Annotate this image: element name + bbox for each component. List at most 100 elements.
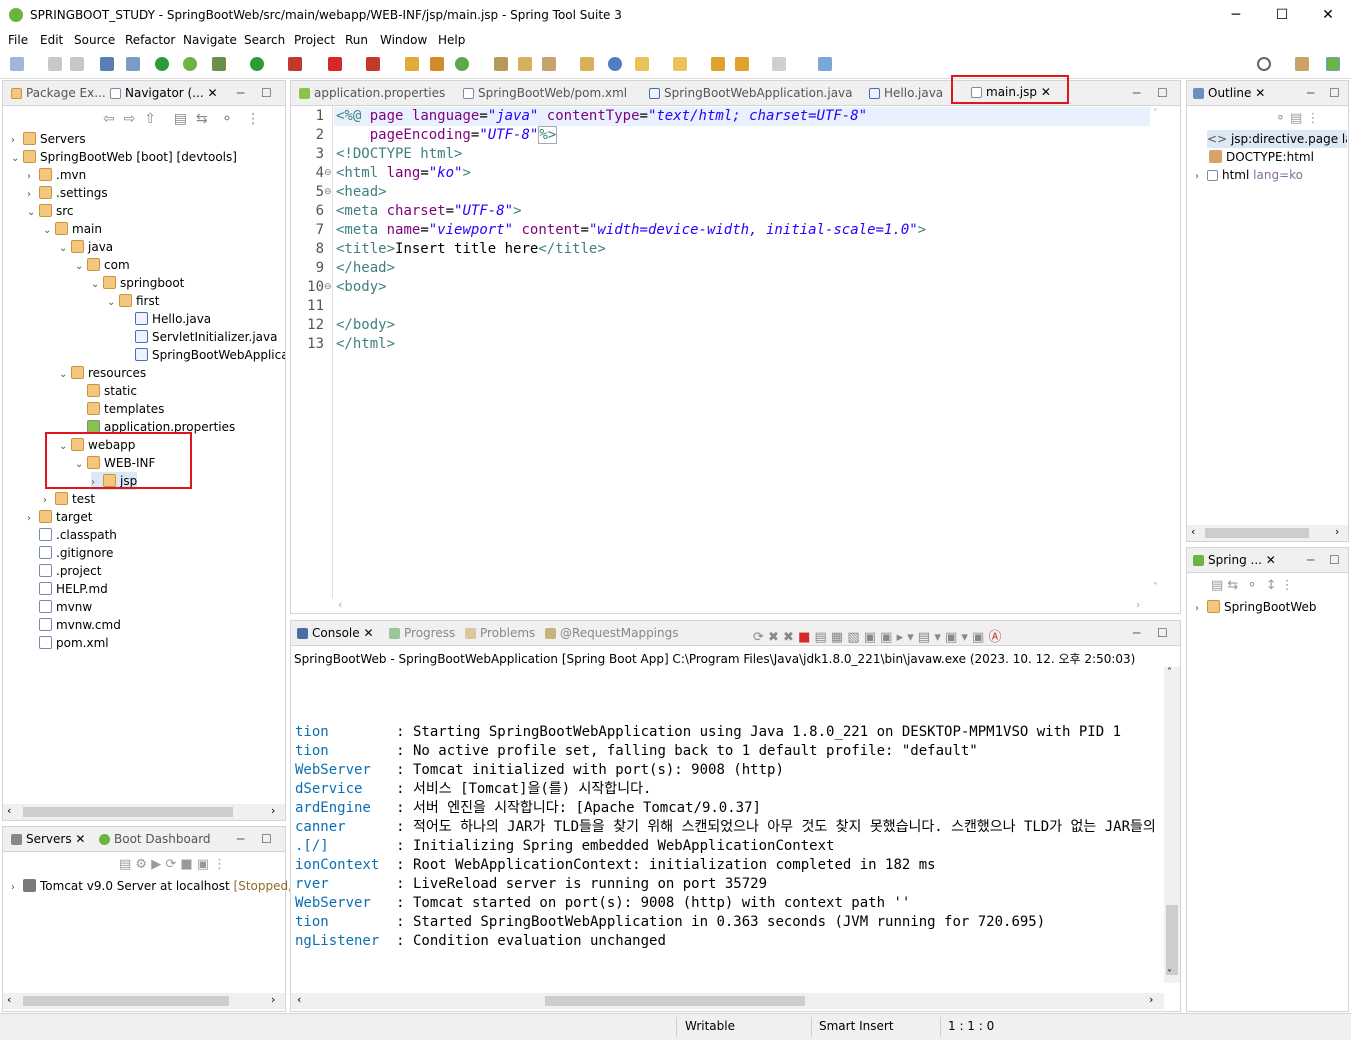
new-icon[interactable] xyxy=(10,57,24,71)
tree-item[interactable]: ⌄ main xyxy=(43,220,102,238)
terminal-icon[interactable] xyxy=(100,57,114,71)
close-button[interactable]: ✕ xyxy=(1305,0,1351,31)
globe-icon[interactable] xyxy=(608,57,622,71)
tree-item[interactable]: .gitignore xyxy=(27,544,113,562)
console-h-scrollbar[interactable]: ‹ › xyxy=(291,993,1164,1009)
tab-progress[interactable]: Progress xyxy=(389,626,455,640)
tree-item[interactable]: ⌄ SpringBootWeb [boot] [devtools] xyxy=(11,148,237,166)
tree-item[interactable]: SpringBootWebApplicat xyxy=(123,346,285,364)
new-java-project-icon[interactable] xyxy=(405,57,419,71)
tree-item[interactable]: › .settings xyxy=(27,184,108,202)
menu-help[interactable]: Help xyxy=(438,33,465,47)
save-all-icon[interactable] xyxy=(70,57,84,71)
pin-editor-icon[interactable] xyxy=(818,57,832,71)
deploy-icon[interactable] xyxy=(366,57,380,71)
menu-project[interactable]: Project xyxy=(294,33,335,47)
tab-console[interactable]: Console ✕ xyxy=(297,626,374,640)
servers-maximize-button[interactable]: ☐ xyxy=(261,832,272,846)
console-minimize-button[interactable]: ─ xyxy=(1133,626,1140,640)
menu-search[interactable]: Search xyxy=(244,33,285,47)
spring-perspective-icon[interactable] xyxy=(1326,57,1340,71)
left-h-scroll-thumb[interactable] xyxy=(23,807,233,817)
outline-minimize-button[interactable]: ─ xyxy=(1307,86,1314,100)
tree-item[interactable]: › test xyxy=(43,490,95,508)
tree-item[interactable]: ⌄ first xyxy=(107,292,159,310)
tree-item[interactable]: › target xyxy=(27,508,93,526)
console-v-scroll-thumb[interactable] xyxy=(1166,905,1178,975)
tree-item[interactable]: static xyxy=(75,382,137,400)
server-row[interactable]: › Tomcat v9.0 Server at localhost [Stoppe… xyxy=(11,877,303,895)
outline-item-html[interactable]: › html lang=ko xyxy=(1195,166,1303,184)
editor-maximize-button[interactable]: ☐ xyxy=(1157,86,1168,100)
outline-item-directive[interactable]: <> jsp:directive.page lang xyxy=(1207,130,1347,148)
tree-item[interactable]: pom.xml xyxy=(27,634,109,652)
tab-outline[interactable]: Outline ✕ xyxy=(1193,86,1265,100)
save-icon[interactable] xyxy=(48,57,62,71)
spring-maximize-button[interactable]: ☐ xyxy=(1329,553,1340,567)
pen-icon[interactable] xyxy=(542,57,556,71)
forward-icon[interactable] xyxy=(772,57,786,71)
boot-start-icon[interactable] xyxy=(155,57,169,71)
tab-servers[interactable]: Servers ✕ xyxy=(11,832,85,846)
tree-item[interactable]: mvnw.cmd xyxy=(27,616,121,634)
run-icon[interactable] xyxy=(250,57,264,71)
back-icon[interactable] xyxy=(735,57,749,71)
tree-item[interactable]: Hello.java xyxy=(123,310,211,328)
tree-item[interactable]: › Servers xyxy=(11,130,86,148)
tab-application-properties[interactable]: application.properties xyxy=(299,86,445,100)
search-icon[interactable] xyxy=(1257,57,1271,71)
minimize-view-button[interactable]: ─ xyxy=(237,86,244,100)
servers-h-scrollbar[interactable]: ‹ › xyxy=(3,993,285,1009)
tree-item[interactable]: ⌄ src xyxy=(27,202,74,220)
spring-minimize-button[interactable]: ─ xyxy=(1307,553,1314,567)
new-package-icon[interactable] xyxy=(430,57,444,71)
minimize-button[interactable]: ─ xyxy=(1213,0,1259,31)
open-perspective-icon[interactable] xyxy=(1295,57,1309,71)
servers-minimize-button[interactable]: ─ xyxy=(237,832,244,846)
editor-minimize-button[interactable]: ─ xyxy=(1133,86,1140,100)
fold-toggle-icon[interactable]: ⊖ xyxy=(324,282,332,292)
menu-refactor[interactable]: Refactor xyxy=(125,33,175,47)
menu-edit[interactable]: Edit xyxy=(40,33,63,47)
console-maximize-button[interactable]: ☐ xyxy=(1157,626,1168,640)
tree-item[interactable]: .project xyxy=(27,562,101,580)
outline-maximize-button[interactable]: ☐ xyxy=(1329,86,1340,100)
next-annotation-icon[interactable] xyxy=(635,57,649,71)
tab-spring-explorer[interactable]: Spring ... ✕ xyxy=(1193,553,1276,567)
spring-project-row[interactable]: › SpringBootWeb xyxy=(1195,598,1317,616)
menu-navigate[interactable]: Navigate xyxy=(183,33,237,47)
tree-item[interactable]: ServletInitializer.java xyxy=(123,328,277,346)
prev-annotation-icon[interactable] xyxy=(673,57,687,71)
tree-item[interactable]: ⌄ resources xyxy=(59,364,146,382)
console-v-scrollbar[interactable]: ˄ ˅ xyxy=(1164,667,1180,983)
debug-icon[interactable] xyxy=(212,57,226,71)
tab-request-mappings[interactable]: @RequestMappings xyxy=(545,626,679,640)
tree-item[interactable]: ⌄ com xyxy=(75,256,130,274)
left-h-scrollbar[interactable]: ‹ › xyxy=(3,804,285,820)
outline-item-doctype[interactable]: DOCTYPE:html xyxy=(1209,148,1314,166)
maximize-button[interactable]: ☐ xyxy=(1259,0,1305,31)
tree-item[interactable]: .classpath xyxy=(27,526,117,544)
tree-item[interactable]: HELP.md xyxy=(27,580,108,598)
menu-window[interactable]: Window xyxy=(380,33,427,47)
open-type-icon[interactable] xyxy=(494,57,508,71)
tab-boot-dashboard[interactable]: Boot Dashboard xyxy=(99,832,211,846)
editor-v-scrollbar[interactable]: ˄ ˅ xyxy=(1151,106,1165,598)
menu-run[interactable]: Run xyxy=(345,33,368,47)
skip-breakpoints-icon[interactable] xyxy=(126,57,140,71)
tree-item[interactable]: ⌄ springboot xyxy=(91,274,184,292)
tree-item[interactable]: ⌄ java xyxy=(59,238,113,256)
tree-item[interactable]: mvnw xyxy=(27,598,92,616)
new-class-icon[interactable] xyxy=(455,57,469,71)
tab-problems[interactable]: Problems xyxy=(465,626,535,640)
run-external-icon[interactable] xyxy=(288,57,302,71)
editor-h-scrollbar[interactable]: ‹ › xyxy=(334,598,1150,612)
tab-navigator[interactable]: Navigator (... ✕ xyxy=(110,86,218,100)
tree-item[interactable]: › .mvn xyxy=(27,166,86,184)
fold-toggle-icon[interactable]: ⊖ xyxy=(324,168,332,178)
console-h-scroll-thumb[interactable] xyxy=(545,996,805,1006)
search-folder-icon[interactable] xyxy=(580,57,594,71)
tab-hello-java[interactable]: Hello.java xyxy=(869,86,943,100)
maximize-view-button[interactable]: ☐ xyxy=(261,86,272,100)
tab-pom-xml[interactable]: SpringBootWeb/pom.xml xyxy=(463,86,627,100)
